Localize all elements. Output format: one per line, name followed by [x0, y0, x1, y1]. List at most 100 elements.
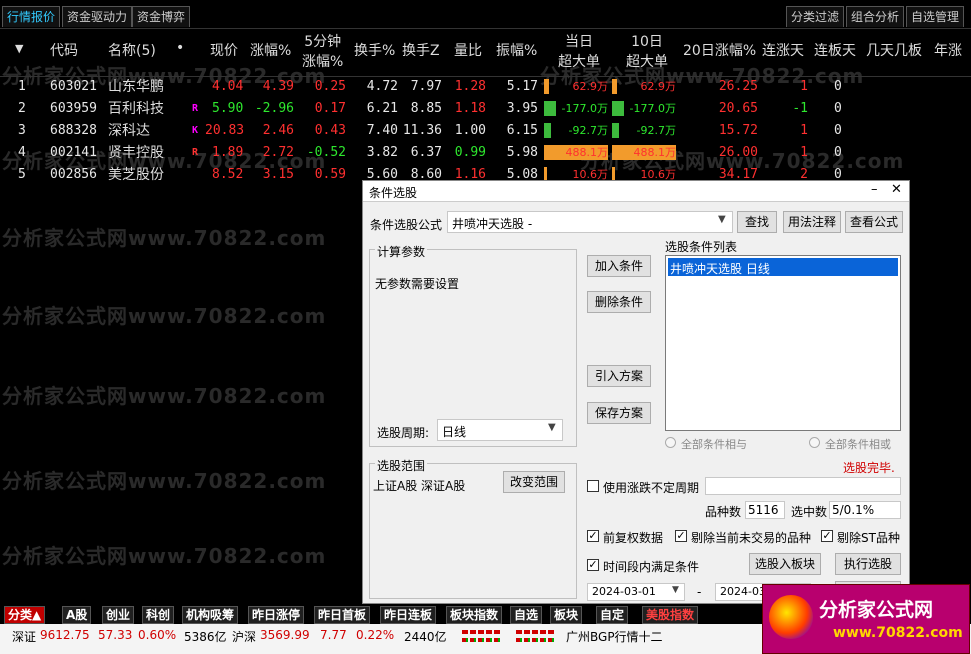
row-vol-ratio: 1.28 — [454, 79, 486, 94]
tab-fund-drive[interactable]: 资金驱动力 — [62, 6, 133, 27]
tab-category-filter[interactable]: 分类过滤 — [786, 6, 845, 27]
tab-yesterday-first-board[interactable]: 昨日首板 — [314, 606, 371, 624]
watermark: 分析家公式网www.70822.com — [2, 226, 327, 250]
formula-value: 井喷冲天选股 - — [452, 217, 533, 231]
add-condition-button[interactable]: 加入条件 — [587, 255, 651, 277]
tab-us-index[interactable]: 美股指数 — [642, 606, 699, 624]
market-breadth-icon — [516, 630, 556, 644]
use-period-checkbox[interactable] — [587, 480, 599, 492]
radio-or[interactable] — [809, 437, 820, 448]
tab-quotes[interactable]: 行情报价 — [2, 6, 61, 27]
condition-select-dialog: 条件选股 – ✕ 条件选股公式 井喷冲天选股 - ▼ 查找 用法注释 查看公式 … — [362, 180, 910, 604]
col-five-min[interactable]: 5分钟 涨幅% — [302, 32, 343, 72]
import-plan-button[interactable]: 引入方案 — [587, 365, 651, 387]
table-row[interactable]: 2 603959 百利科技 R 5.90 -2.96 0.17 6.21 8.8… — [0, 98, 971, 120]
usage-button[interactable]: 用法注释 — [783, 211, 841, 233]
period-satisfy-checkbox[interactable]: ✓ — [587, 559, 599, 571]
row-vol-ratio: 0.99 — [454, 145, 486, 160]
row-ten-big: 62.9万 — [640, 80, 677, 93]
select-to-block-button[interactable]: 选股入板块 — [749, 553, 821, 575]
chevron-down-icon[interactable]: ▼ — [718, 214, 726, 225]
hs-change: 7.77 — [320, 628, 347, 642]
change-scope-button[interactable]: 改变范围 — [503, 471, 565, 493]
radio-and[interactable] — [665, 437, 676, 448]
row-turnover-z: 6.37 — [410, 145, 442, 160]
col-ten-day-big[interactable]: 10日 超大单 — [626, 32, 668, 72]
chevron-down-icon[interactable]: ▼ — [548, 422, 556, 433]
hs-value: 3569.99 — [260, 628, 310, 642]
delete-condition-button[interactable]: 删除条件 — [587, 291, 651, 313]
row-name: 深科达 — [108, 123, 150, 139]
dialog-titlebar[interactable]: 条件选股 – ✕ — [363, 181, 909, 202]
col-year[interactable]: 年涨 — [934, 40, 962, 60]
forward-adj-checkbox[interactable]: ✓ — [587, 530, 599, 542]
table-row[interactable]: 1 603021 山东华鹏 4.04 4.39 0.25 4.72 7.97 1… — [0, 76, 971, 98]
col-code[interactable]: 代码 — [50, 40, 78, 60]
col-today-big[interactable]: 当日 超大单 — [558, 32, 600, 72]
col-name[interactable]: 名称(5) — [108, 40, 156, 60]
table-row[interactable]: 3 688328 深科达 K 20.83 2.46 0.43 7.40 11.3… — [0, 120, 971, 142]
col-turnover-pct[interactable]: 换手% — [354, 40, 395, 60]
tab-yesterday-consecutive[interactable]: 昨日连板 — [380, 606, 437, 624]
row-mark: R — [192, 147, 199, 158]
col-price[interactable]: 现价 — [210, 40, 238, 60]
market-breadth-icon — [462, 630, 502, 644]
tab-watchlist-manage[interactable]: 自选管理 — [906, 6, 965, 27]
tab-a-share[interactable]: A股 — [62, 606, 92, 624]
col-n-days-n-boards[interactable]: 几天几板 — [866, 40, 922, 60]
row-price: 5.90 — [212, 101, 244, 116]
period-input[interactable] — [705, 477, 901, 495]
row-amplitude: 5.98 — [506, 145, 538, 160]
period-select[interactable]: 日线 ▼ — [437, 419, 563, 441]
sz-value: 9612.75 — [40, 628, 90, 642]
server-name: 广州BGP行情十二 — [566, 630, 663, 644]
row-today-big: 488.1万 — [565, 146, 609, 159]
row-code: 603959 — [50, 101, 97, 116]
condition-list[interactable]: 井喷冲天选股 日线 — [665, 255, 901, 431]
period-label: 选股周期: — [377, 426, 430, 440]
tab-yesterday-limit-up[interactable]: 昨日涨停 — [248, 606, 305, 624]
tab-watchlist[interactable]: 自选 — [510, 606, 543, 624]
hs-amount: 2440亿 — [404, 630, 447, 644]
col-limit-up-days[interactable]: 连板天 — [814, 40, 856, 60]
execute-select-button[interactable]: 执行选股 — [835, 553, 901, 575]
col-change-pct[interactable]: 涨幅% — [250, 40, 291, 60]
condition-list-item[interactable]: 井喷冲天选股 日线 — [668, 258, 898, 276]
table-row[interactable]: 4 002141 贤丰控股 R 1.89 2.72 -0.52 3.82 6.3… — [0, 142, 971, 164]
find-button[interactable]: 查找 — [737, 211, 777, 233]
col-up-days[interactable]: 连涨天 — [762, 40, 804, 60]
tab-institution[interactable]: 机构吸筹 — [182, 606, 239, 624]
date-from-input[interactable]: 2024-03-01 ▼ — [587, 583, 685, 601]
tab-chinext[interactable]: 创业 — [102, 606, 135, 624]
watermark: 分析家公式网www.70822.com — [2, 304, 327, 328]
tab-fund-game[interactable]: 资金博弈 — [132, 6, 191, 27]
col-turnover-z[interactable]: 换手Z — [402, 40, 440, 60]
row-amplitude: 3.95 — [506, 101, 538, 116]
sort-arrow-icon[interactable]: ▼ — [15, 42, 23, 55]
remove-untraded-checkbox[interactable]: ✓ — [675, 530, 687, 542]
tab-sector-index[interactable]: 板块指数 — [446, 606, 503, 624]
tab-custom[interactable]: 自定 — [596, 606, 629, 624]
calc-params-title: 计算参数 — [375, 243, 428, 260]
tab-sector[interactable]: 板块 — [550, 606, 583, 624]
tab-category[interactable]: 分类▲ — [4, 606, 46, 624]
chevron-down-icon[interactable]: ▼ — [672, 585, 679, 595]
minimize-icon[interactable]: – — [871, 182, 878, 197]
col-d20-change[interactable]: 20日涨幅% — [683, 40, 756, 60]
sz-amount: 5386亿 — [184, 630, 227, 644]
no-params-text: 无参数需要设置 — [375, 277, 460, 291]
col-vol-ratio[interactable]: 量比 — [454, 40, 482, 60]
col-five-min-line2: 涨幅% — [302, 54, 344, 70]
col-amplitude[interactable]: 振幅% — [496, 40, 537, 60]
table-header: ▼ 代码 名称(5) • 现价 涨幅% 5分钟 涨幅% 换手% 换手Z 量比 振幅… — [0, 30, 971, 77]
view-formula-button[interactable]: 查看公式 — [845, 211, 903, 233]
formula-select[interactable]: 井喷冲天选股 - ▼ — [447, 211, 733, 233]
save-plan-button[interactable]: 保存方案 — [587, 402, 651, 424]
tab-portfolio-analysis[interactable]: 组合分析 — [846, 6, 905, 27]
tab-star[interactable]: 科创 — [142, 606, 175, 624]
remove-st-checkbox[interactable]: ✓ — [821, 530, 833, 542]
row-index: 3 — [18, 123, 26, 138]
close-icon[interactable]: ✕ — [891, 182, 902, 197]
row-limit-days: 0 — [834, 145, 842, 160]
remove-untraded-label: 剔除当前未交易的品种 — [691, 531, 812, 545]
